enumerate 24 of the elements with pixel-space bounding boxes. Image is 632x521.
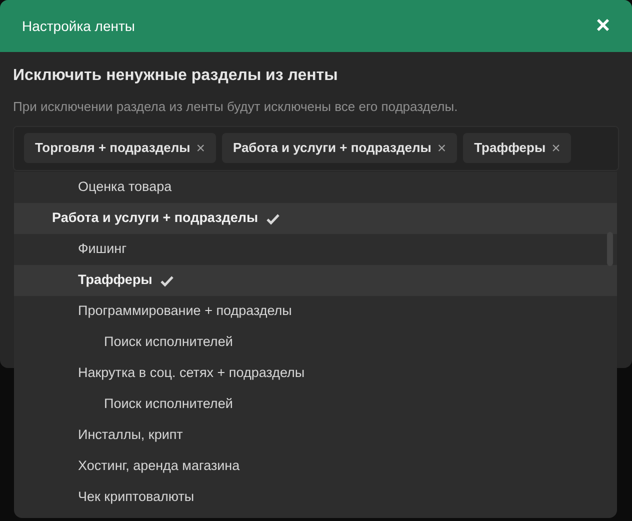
tree-item[interactable]: Программирование + подразделы xyxy=(14,296,617,327)
check-icon xyxy=(266,212,280,224)
tag-label: Работа и услуги + подразделы xyxy=(232,139,432,158)
tree-item[interactable]: Хостинг, аренда магазина xyxy=(14,451,617,482)
tree-item[interactable]: Накрутка в соц. сетях + подразделы xyxy=(14,358,617,389)
tree-item[interactable]: Инсталлы, крипт xyxy=(14,420,617,451)
tag-label: Торговля + подразделы xyxy=(35,139,190,158)
tree-item[interactable]: Трафферы xyxy=(14,265,617,296)
close-button[interactable]: × xyxy=(596,14,610,38)
tag-remove-button[interactable]: × xyxy=(196,140,205,156)
tag-label: Трафферы xyxy=(474,139,546,158)
tree-item[interactable]: Поиск исполнителей xyxy=(14,327,617,358)
tag-remove-button[interactable]: × xyxy=(437,140,446,156)
window-title: Настройка ленты xyxy=(22,16,135,36)
tags-field[interactable]: Торговля + подразделы × Работа и услуги + подразделы × Трафферы × xyxy=(13,126,619,170)
hint-text: При исключении раздела из ленты будут исключены все его подразделы. xyxy=(13,98,459,116)
tree-item[interactable]: Работа и услуги + подразделы xyxy=(14,203,617,234)
tree-item[interactable]: Поиск исполнителей xyxy=(14,389,617,420)
tag-remove-button[interactable]: × xyxy=(552,140,560,156)
tree-item[interactable]: Фишинг xyxy=(14,234,617,265)
tree-item[interactable]: Чек криптовалюты xyxy=(14,482,617,513)
check-icon xyxy=(160,274,174,286)
tree-item[interactable]: Оценка товара xyxy=(14,172,617,203)
section-heading: Исключить ненужные разделы из ленты xyxy=(13,66,339,86)
